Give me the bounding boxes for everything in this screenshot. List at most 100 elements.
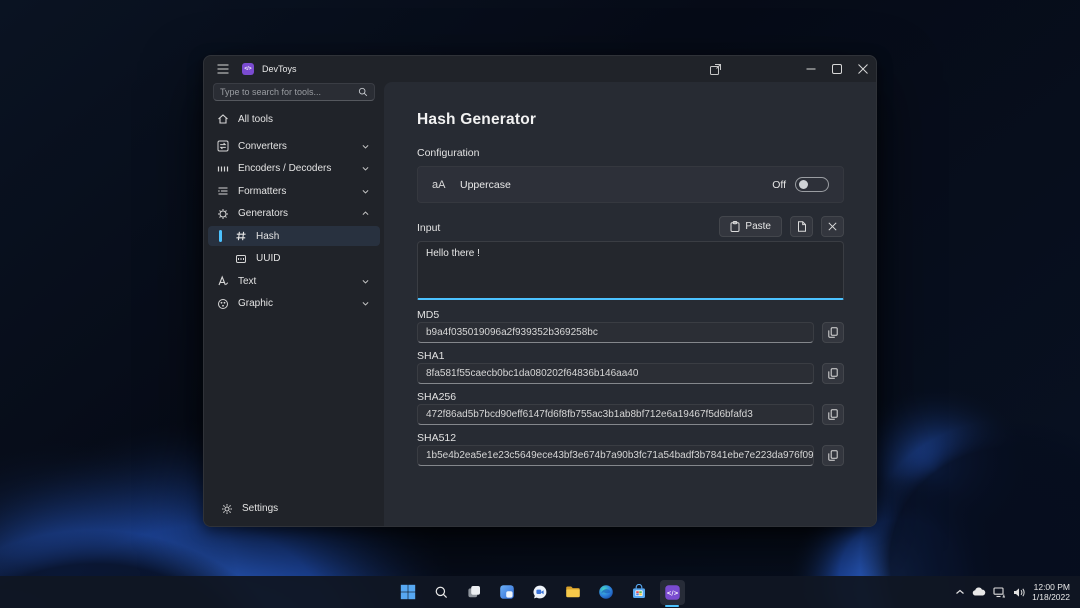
sidebar-item-text[interactable]: Text	[208, 271, 380, 291]
sidebar-item-label: All tools	[238, 114, 273, 125]
copy-sha1-button[interactable]	[822, 363, 844, 384]
input-header: Input Paste	[417, 216, 844, 237]
search-input[interactable]: Type to search for tools...	[213, 83, 375, 101]
copy-icon	[828, 368, 838, 379]
sidebar-item-hash[interactable]: Hash	[208, 226, 380, 246]
task-view-button[interactable]	[462, 580, 487, 605]
generators-icon	[217, 208, 229, 220]
copy-icon	[828, 327, 838, 338]
maximize-button[interactable]	[824, 56, 850, 82]
configuration-label: Configuration	[417, 147, 844, 159]
taskbar: </> 12:00 PM 1/18/2022	[0, 576, 1080, 608]
case-icon: aA	[432, 179, 452, 191]
sidebar-item-converters[interactable]: Converters	[208, 136, 380, 156]
minimize-button[interactable]	[798, 56, 824, 82]
open-file-button[interactable]	[790, 216, 813, 237]
teams-chat-button[interactable]	[528, 580, 553, 605]
folder-icon	[565, 584, 581, 600]
uppercase-toggle[interactable]	[795, 177, 829, 192]
search-placeholder: Type to search for tools...	[220, 87, 358, 97]
hash-group-md5: MD5 b9a4f035019096a2f939352b369258bc	[417, 309, 844, 343]
widgets-button[interactable]	[495, 580, 520, 605]
chevron-down-icon	[361, 276, 371, 286]
compact-overlay-icon[interactable]	[702, 56, 728, 82]
devtoys-icon: </>	[664, 584, 681, 601]
encoders-icon	[217, 163, 229, 175]
volume-icon[interactable]	[1013, 587, 1025, 598]
hash-label: SHA512	[417, 432, 844, 445]
page-title: Hash Generator	[417, 111, 844, 129]
uppercase-label: Uppercase	[460, 179, 511, 191]
sidebar-item-label: Hash	[256, 231, 279, 242]
sidebar-item-generators[interactable]: Generators	[208, 204, 380, 224]
copy-sha256-button[interactable]	[822, 404, 844, 425]
windows-logo-icon	[400, 584, 416, 600]
widgets-icon	[499, 584, 515, 600]
hash-label: SHA1	[417, 350, 844, 363]
close-icon	[828, 222, 837, 231]
sidebar-item-label: UUID	[256, 253, 280, 264]
copy-sha512-button[interactable]	[822, 445, 844, 466]
window-controls	[702, 56, 876, 82]
copy-icon	[828, 409, 838, 420]
paste-button[interactable]: Paste	[719, 216, 782, 237]
uppercase-setting-card: aA Uppercase Off	[417, 166, 844, 203]
sidebar-item-label: Generators	[238, 208, 288, 219]
devtoys-logo-icon: </>	[242, 63, 254, 75]
app-title: DevToys	[262, 64, 297, 74]
file-explorer-button[interactable]	[561, 580, 586, 605]
task-view-icon	[466, 584, 482, 600]
main-content: Hash Generator Configuration aA Uppercas…	[384, 82, 876, 526]
hash-group-sha1: SHA1 8fa581f55caecb0bc1da080202f64836b14…	[417, 350, 844, 384]
sha512-output-field[interactable]: 1b5e4b2ea5e1e23c5649ece43bf3e674b7a90b3f…	[417, 445, 814, 466]
search-icon[interactable]	[358, 87, 368, 97]
edge-button[interactable]	[594, 580, 619, 605]
taskbar-clock[interactable]: 12:00 PM 1/18/2022	[1032, 582, 1074, 602]
sidebar-item-label: Formatters	[238, 186, 286, 197]
sha256-output-field[interactable]: 472f86ad5b7bcd90eff6147fd6f8fb755ac3b1ab…	[417, 404, 814, 425]
clipboard-icon	[730, 221, 740, 232]
chevron-down-icon	[361, 141, 371, 151]
sidebar-item-uuid[interactable]: UUID	[208, 249, 380, 269]
input-actions: Paste	[719, 216, 844, 237]
hash-label: SHA256	[417, 391, 844, 404]
sidebar-item-formatters[interactable]: Formatters	[208, 181, 380, 201]
system-tray: 12:00 PM 1/18/2022	[955, 576, 1074, 608]
onedrive-cloud-icon[interactable]	[972, 587, 986, 597]
hamburger-menu-icon[interactable]	[216, 62, 230, 76]
close-button[interactable]	[850, 56, 876, 82]
sidebar-nav: All tools Converters Encoders / Decod	[204, 109, 384, 314]
show-hidden-icons-chevron[interactable]	[955, 588, 965, 596]
sidebar-item-settings[interactable]: Settings	[212, 499, 376, 519]
file-icon	[797, 221, 807, 232]
hash-icon	[235, 230, 247, 242]
clear-input-button[interactable]	[821, 216, 844, 237]
network-icon[interactable]	[993, 587, 1006, 598]
start-button[interactable]	[396, 580, 421, 605]
toggle-state-label: Off	[772, 179, 786, 191]
md5-output-field[interactable]: b9a4f035019096a2f939352b369258bc	[417, 322, 814, 343]
sidebar-item-encoders-decoders[interactable]: Encoders / Decoders	[208, 159, 380, 179]
sha1-output-field[interactable]: 8fa581f55caecb0bc1da080202f64836b146aa40	[417, 363, 814, 384]
sidebar-item-graphic[interactable]: Graphic	[208, 294, 380, 314]
taskbar-search-button[interactable]	[429, 580, 454, 605]
sidebar-item-all-tools[interactable]: All tools	[208, 109, 380, 129]
chevron-down-icon	[361, 164, 371, 174]
sidebar-item-label: Graphic	[238, 298, 273, 309]
chevron-down-icon	[361, 299, 371, 309]
text-tools-icon	[217, 275, 229, 287]
copy-md5-button[interactable]	[822, 322, 844, 343]
clock-date: 1/18/2022	[1032, 592, 1070, 602]
formatters-icon	[217, 185, 229, 197]
sidebar-item-label: Settings	[242, 503, 278, 514]
devtoys-taskbar-button[interactable]: </>	[660, 580, 685, 605]
microsoft-store-button[interactable]	[627, 580, 652, 605]
hash-input-textarea[interactable]: Hello there !	[417, 241, 844, 300]
sidebar-item-label: Encoders / Decoders	[238, 163, 331, 174]
svg-text:</>: </>	[666, 590, 678, 597]
taskbar-icons: </>	[396, 580, 685, 605]
chevron-up-icon	[361, 209, 371, 219]
gear-icon	[221, 503, 233, 515]
paste-button-label: Paste	[745, 221, 771, 232]
store-icon	[631, 584, 647, 600]
